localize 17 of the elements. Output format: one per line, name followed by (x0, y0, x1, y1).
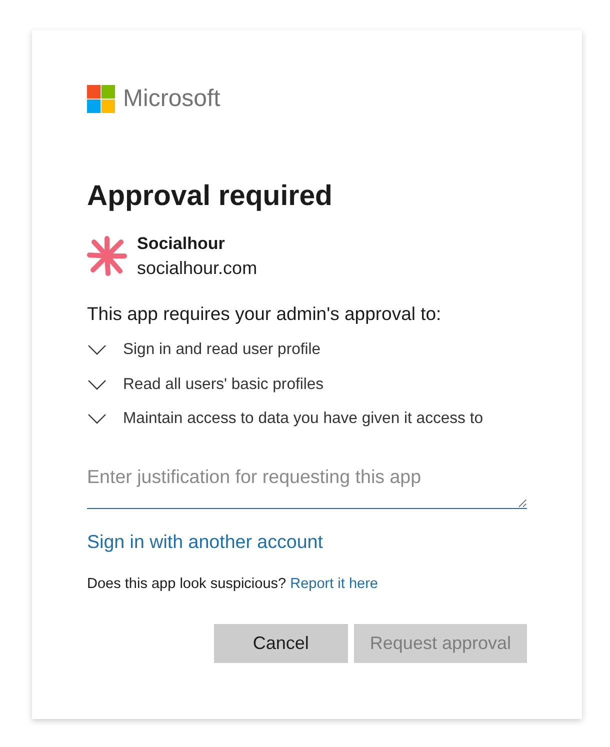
permission-label: Maintain access to data you have given it access to (123, 409, 484, 429)
app-name: Socialhour (137, 233, 226, 255)
page-title: Approval required (87, 179, 334, 214)
report-link[interactable]: Report it here (290, 576, 378, 592)
dialog-button[interactable]: Cancel (214, 624, 348, 663)
chevron-down-icon[interactable] (88, 345, 106, 355)
other-account-link[interactable]: Sign in with another account (87, 530, 323, 554)
approval-intro: This app requires your admin's approval to: (87, 302, 442, 326)
brand-name: Microsoft (123, 85, 220, 113)
chevron-down-icon[interactable] (88, 414, 106, 424)
app-domain: socialhour.com (137, 257, 258, 280)
microsoft-logo-icon (87, 85, 115, 113)
permission-label: Read all users' basic profiles (123, 374, 324, 394)
chevron-down-icon[interactable] (88, 380, 106, 390)
report-prompt: Does this app look suspicious? Report it here (87, 575, 379, 593)
permission-label: Sign in and read user profile (123, 340, 321, 360)
starburst-icon (87, 236, 127, 276)
